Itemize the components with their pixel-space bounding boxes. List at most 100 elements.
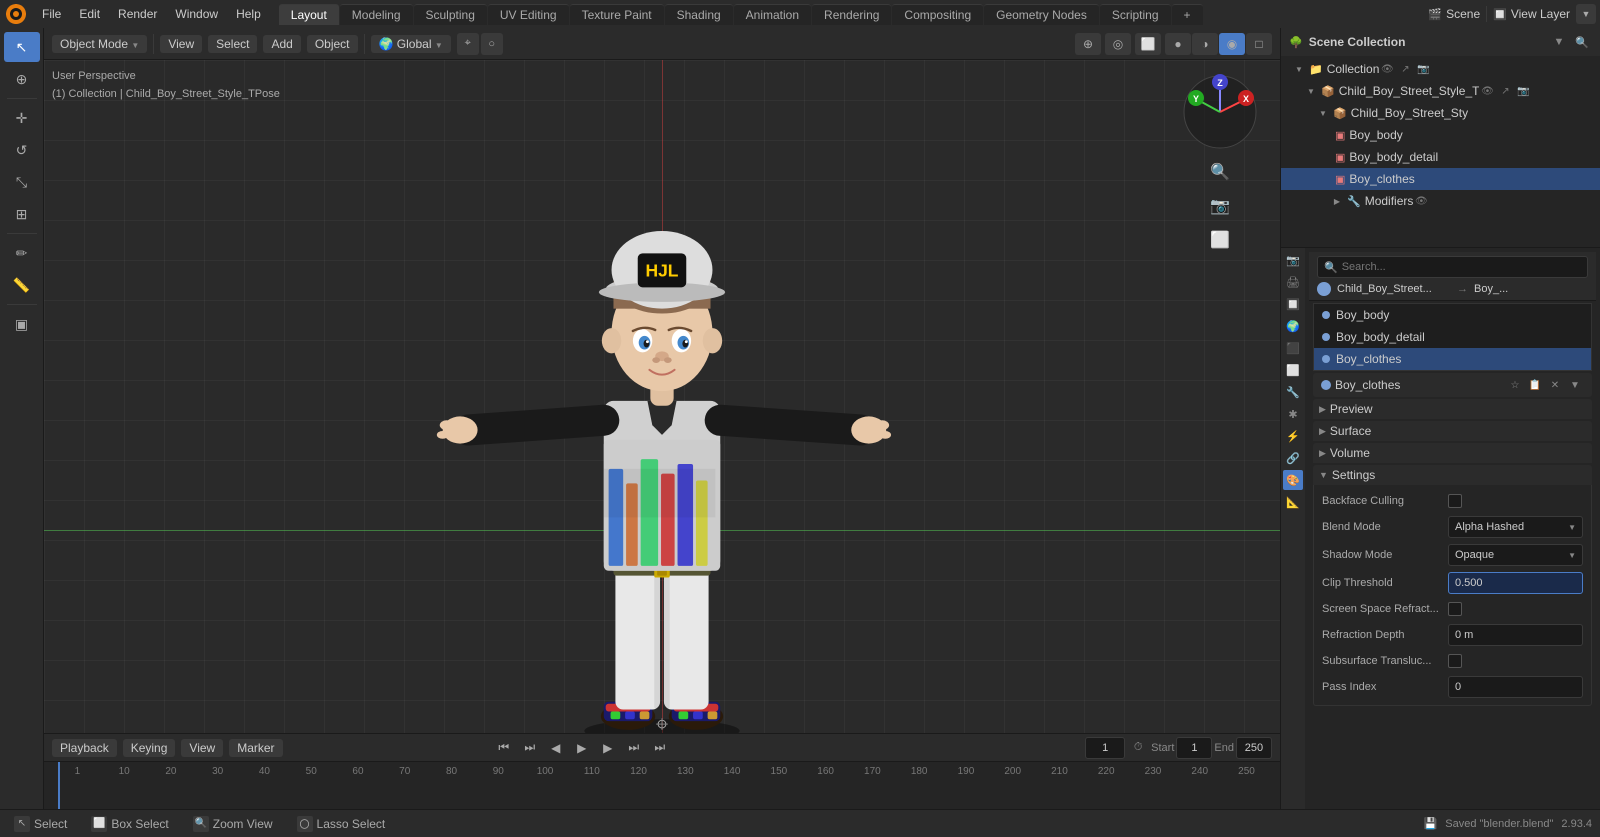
props-world-icon[interactable]: ⬛ [1283, 338, 1303, 358]
props-render-icon[interactable]: 📷 [1283, 250, 1303, 270]
outliner-child-boy[interactable]: ▼ 📦 Child_Boy_Street_Style_T 👁 ↗ 📷 [1281, 80, 1600, 102]
tab-modeling[interactable]: Modeling [340, 4, 413, 25]
pass-index-field[interactable]: 0 [1448, 676, 1583, 698]
collection-vis-render[interactable]: 📷 [1415, 61, 1431, 77]
camera-view-btn[interactable]: 📷 [1206, 192, 1234, 220]
collection-vis-select[interactable]: ↗ [1397, 61, 1413, 77]
volume-section-header[interactable]: ▶ Volume [1313, 443, 1592, 463]
mat-close-icon[interactable]: ✕ [1546, 376, 1564, 394]
measure-tool[interactable]: 📏 [4, 270, 40, 300]
settings-section-header[interactable]: ▼ Settings [1313, 465, 1592, 485]
mat-fake-user-icon[interactable]: ☆ [1506, 376, 1524, 394]
jump-to-end-btn[interactable]: ⏭ [649, 737, 671, 759]
marker-menu[interactable]: Marker [229, 739, 282, 757]
view-layer-name[interactable]: View Layer [1511, 7, 1570, 21]
transform-dropdown[interactable]: 🌍 Global ▼ [371, 35, 451, 53]
engine-dropdown[interactable]: ▼ [1576, 4, 1596, 24]
zoom-in-btn[interactable]: 🔍 [1206, 158, 1234, 186]
clip-threshold-field[interactable]: 0.500 [1448, 572, 1583, 594]
props-physics-icon[interactable]: ⚡ [1283, 426, 1303, 446]
mat-boy-body-detail[interactable]: Boy_body_detail [1314, 326, 1591, 348]
tab-shading[interactable]: Shading [665, 4, 733, 25]
tab-sculpting[interactable]: Sculpting [414, 4, 487, 25]
next-keyframe-btn[interactable]: ⏭ [623, 737, 645, 759]
axis-gizmo[interactable]: Z X Y [1180, 72, 1260, 152]
snap-toggle[interactable]: ⌖ [457, 33, 479, 55]
mat-boy-body[interactable]: Boy_body [1314, 304, 1591, 326]
outliner-boy-body-detail[interactable]: ▣ Boy_body_detail [1281, 146, 1600, 168]
xray-toggle[interactable]: ⬜ [1135, 33, 1161, 55]
blender-logo[interactable] [4, 2, 28, 26]
show-overlays[interactable]: ◎ [1105, 33, 1131, 55]
props-constraints-icon[interactable]: 🔗 [1283, 448, 1303, 468]
view-menu-timeline[interactable]: View [181, 739, 223, 757]
tab-scripting[interactable]: Scripting [1100, 4, 1171, 25]
outliner-boy-body[interactable]: ▣ Boy_body [1281, 124, 1600, 146]
add-cube-tool[interactable]: ▣ [4, 309, 40, 339]
move-tool[interactable]: ✛ [4, 103, 40, 133]
step-forward-btn[interactable]: ▶ [597, 737, 619, 759]
fps-indicator[interactable]: ⏱ [1127, 737, 1149, 759]
proportional-edit[interactable]: ○ [481, 33, 503, 55]
rotate-tool[interactable]: ↺ [4, 135, 40, 165]
show-gizmos[interactable]: ⊕ [1075, 33, 1101, 55]
wireframe-shading[interactable]: □ [1246, 33, 1272, 55]
shadow-mode-select[interactable]: Opaque ▼ [1448, 544, 1583, 566]
menu-render[interactable]: Render [110, 5, 165, 23]
menu-window[interactable]: Window [167, 5, 226, 23]
screen-space-refract-checkbox[interactable] [1448, 602, 1462, 616]
child-boy-vis-select[interactable]: ↗ [1497, 83, 1513, 99]
tab-compositing[interactable]: Compositing [892, 4, 983, 25]
end-frame-input[interactable]: 250 [1236, 737, 1272, 759]
surface-section-header[interactable]: ▶ Surface [1313, 421, 1592, 441]
outliner-modifiers[interactable]: ▶ 🔧 Modifiers 👁 [1281, 190, 1600, 212]
tab-uv-editing[interactable]: UV Editing [488, 4, 569, 25]
child-boy-vis-eye[interactable]: 👁 [1479, 83, 1495, 99]
backface-culling-checkbox[interactable] [1448, 494, 1462, 508]
mat-filter-icon[interactable]: ▼ [1566, 376, 1584, 394]
box-select-bottom[interactable]: ⬜ Box Select [85, 814, 174, 834]
props-material-icon[interactable]: 🎨 [1283, 470, 1303, 490]
blend-mode-select[interactable]: Alpha Hashed ▼ [1448, 516, 1583, 538]
preview-section-header[interactable]: ▶ Preview [1313, 399, 1592, 419]
start-frame-input[interactable]: 1 [1176, 737, 1212, 759]
select-tool[interactable]: ↖ [4, 32, 40, 62]
keying-menu[interactable]: Keying [123, 739, 176, 757]
mat-copy-icon[interactable]: 📋 [1526, 376, 1544, 394]
object-menu[interactable]: Object [307, 35, 358, 53]
tab-rendering[interactable]: Rendering [812, 4, 891, 25]
props-modifier-icon[interactable]: 🔧 [1283, 382, 1303, 402]
transform-tool[interactable]: ⊞ [4, 199, 40, 229]
perspective-toggle-btn[interactable]: ⬜ [1206, 226, 1234, 254]
view-menu[interactable]: View [160, 35, 202, 53]
tab-add[interactable]: + [1172, 4, 1203, 25]
props-object-icon[interactable]: ⬜ [1283, 360, 1303, 380]
collection-vis-eye[interactable]: 👁 [1379, 61, 1395, 77]
lasso-select-bottom[interactable]: 〇 Lasso Select [291, 814, 392, 834]
material-search-box[interactable]: 🔍 [1317, 256, 1588, 278]
tab-animation[interactable]: Animation [734, 4, 811, 25]
scene-name[interactable]: Scene [1446, 7, 1480, 21]
object-mode-dropdown[interactable]: Object Mode ▼ [52, 35, 147, 53]
rendered-shading[interactable]: ◉ [1219, 33, 1245, 55]
tab-geometry-nodes[interactable]: Geometry Nodes [984, 4, 1099, 25]
outliner-filter[interactable]: ▼ [1549, 32, 1569, 52]
menu-edit[interactable]: Edit [71, 5, 108, 23]
outliner-search[interactable]: 🔍 [1572, 32, 1592, 52]
props-output-icon[interactable]: 🖨 [1283, 272, 1303, 292]
outliner-collection[interactable]: ▼ 📁 Collection 👁 ↗ 📷 [1281, 58, 1600, 80]
modifiers-vis[interactable]: 👁 [1413, 193, 1429, 209]
select-bottom[interactable]: ↖ Select [8, 814, 73, 834]
add-menu[interactable]: Add [263, 35, 300, 53]
props-particles-icon[interactable]: ✱ [1283, 404, 1303, 424]
menu-file[interactable]: File [34, 5, 69, 23]
menu-help[interactable]: Help [228, 5, 269, 23]
jump-to-start-btn[interactable]: ⏮ [493, 737, 515, 759]
child-boy-vis-render[interactable]: 📷 [1515, 83, 1531, 99]
subsurface-transluc-checkbox[interactable] [1448, 654, 1462, 668]
zoom-view-bottom[interactable]: 🔍 Zoom View [187, 814, 279, 834]
viewport-3d[interactable]: User Perspective (1) Collection | Child_… [44, 60, 1280, 733]
material-preview[interactable]: ◑ [1192, 33, 1218, 55]
playback-menu[interactable]: Playback [52, 739, 117, 757]
annotate-tool[interactable]: ✏ [4, 238, 40, 268]
